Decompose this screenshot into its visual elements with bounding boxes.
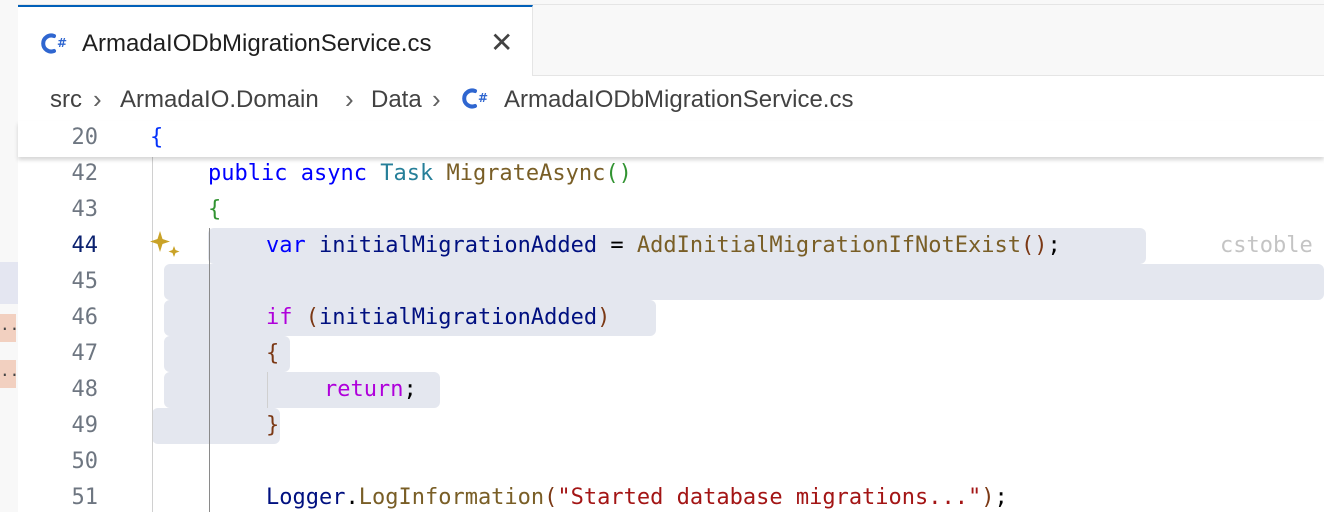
code-token: return	[324, 377, 404, 402]
indent-guide	[152, 157, 153, 512]
code-token: ()	[605, 161, 632, 186]
inline-blame-hint: cstoble	[1220, 233, 1313, 258]
code-line: Logger.LogInformation("Started database …	[266, 485, 1008, 510]
close-tab-icon[interactable]: ✕	[490, 29, 513, 57]
svg-text:#: #	[57, 36, 67, 50]
tab-bar: # ArmadaIODbMigrationService.cs ✕	[18, 0, 1324, 76]
code-token: Task	[380, 161, 434, 186]
code-editor[interactable]: 20 { 42 public async Task MigrateAsync() 4…	[18, 121, 1324, 512]
line-number: 44	[71, 233, 99, 258]
line-number: 48	[71, 377, 99, 402]
code-token: "Started database migrations..."	[557, 485, 982, 510]
code-line: return;	[324, 377, 417, 402]
explorer-edge: .. ..	[0, 0, 19, 512]
breadcrumb-item-src[interactable]: src	[50, 86, 82, 114]
code-token: async	[300, 161, 367, 186]
code-token: ()	[1021, 233, 1048, 258]
code-token: var	[266, 233, 306, 258]
code-line: {	[208, 197, 221, 222]
line-number: 42	[71, 161, 99, 186]
code-token: LogInformation	[358, 485, 545, 510]
code-token: Logger	[266, 485, 346, 510]
svg-text:#: #	[478, 91, 488, 105]
editor-tab[interactable]: # ArmadaIODbMigrationService.cs ✕	[18, 5, 533, 76]
code-line: {	[266, 341, 279, 366]
chevron-right-icon: ›	[93, 84, 102, 114]
code-token: {	[266, 341, 280, 366]
code-token: (	[544, 485, 558, 510]
code-token: if	[266, 305, 293, 330]
line-number: 47	[71, 341, 99, 366]
code-token: initialMigrationAdded	[319, 233, 598, 258]
explorer-selected-row[interactable]	[0, 262, 18, 304]
code-token: )	[981, 485, 995, 510]
code-token: )	[597, 305, 611, 330]
line-number: 50	[71, 449, 99, 474]
code-token: AddInitialMigrationIfNotExist	[636, 233, 1022, 258]
line-number: 20	[71, 125, 99, 150]
breadcrumb-item-file[interactable]: ArmadaIODbMigrationService.cs	[504, 86, 853, 114]
code-token: (	[305, 305, 319, 330]
code-token: ;	[403, 377, 417, 402]
code-token: ;	[994, 485, 1008, 510]
code-token: public	[208, 161, 288, 186]
code-token: initialMigrationAdded	[319, 305, 598, 330]
breadcrumb-item-project[interactable]: ArmadaIO.Domain	[120, 86, 319, 114]
code-line: var initialMigrationAdded = AddInitialMi…	[266, 233, 1061, 258]
line-number: 45	[71, 269, 99, 294]
copilot-sparkle-icon[interactable]	[148, 229, 184, 261]
selection-highlight	[152, 408, 280, 444]
code-token: ;	[1047, 233, 1061, 258]
breadcrumb: src › ArmadaIO.Domain › Data › # ArmadaI…	[18, 76, 1324, 121]
line-number: 43	[71, 197, 99, 222]
line-number: 49	[71, 413, 99, 438]
tab-title: ArmadaIODbMigrationService.cs	[82, 30, 432, 57]
indent-guide-active	[209, 228, 210, 512]
breadcrumb-item-folder[interactable]: Data	[371, 86, 422, 114]
code-token: }	[266, 413, 280, 438]
line-number: 51	[71, 485, 99, 510]
code-token: {	[208, 197, 222, 222]
csharp-file-icon: #	[41, 33, 67, 54]
explorer-marker: ..	[0, 314, 16, 342]
code-line: }	[266, 413, 279, 438]
code-token: =	[597, 233, 637, 258]
indent-guide	[267, 372, 268, 408]
line-number: 46	[71, 305, 99, 330]
csharp-file-icon: #	[462, 88, 488, 109]
code-line: if (initialMigrationAdded)	[266, 305, 610, 330]
code-line: {	[150, 125, 164, 150]
selection-highlight	[164, 264, 1324, 300]
code-line: public async Task MigrateAsync()	[208, 161, 632, 186]
code-token: .	[345, 485, 359, 510]
code-token: MigrateAsync	[446, 161, 606, 186]
chevron-right-icon: ›	[345, 84, 354, 114]
explorer-marker: ..	[0, 360, 16, 388]
chevron-right-icon: ›	[432, 84, 441, 114]
sticky-scroll-line[interactable]: 20 {	[18, 121, 1324, 157]
